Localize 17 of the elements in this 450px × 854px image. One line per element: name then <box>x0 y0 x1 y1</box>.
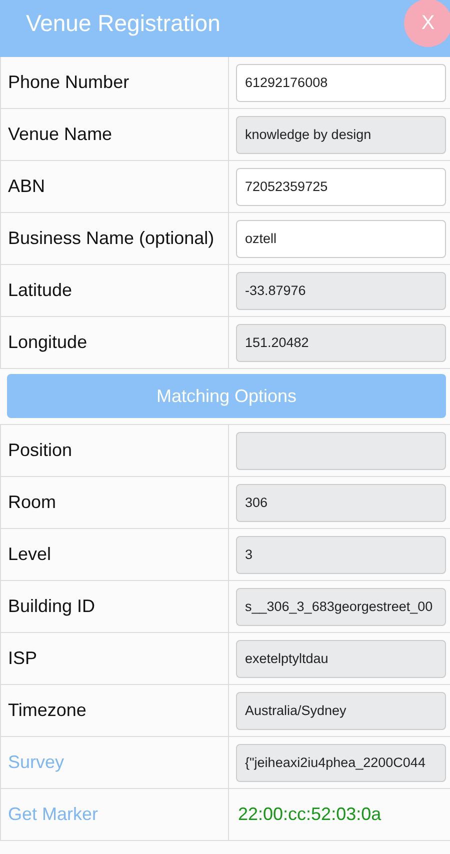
field-label: Timezone <box>8 698 86 722</box>
field-label: Building ID <box>8 594 96 618</box>
field-label: Room <box>8 490 56 514</box>
field-label: ISP <box>8 646 38 670</box>
field-label: Business Name (optional) <box>8 226 214 250</box>
input-field[interactable]: 61292176008 <box>236 64 446 102</box>
field-label: Longitude <box>8 330 88 354</box>
field-label: Level <box>8 542 52 566</box>
dialog-title: Venue Registration <box>25 9 220 37</box>
input-field[interactable]: oztell <box>236 220 446 258</box>
field-label: Venue Name <box>8 122 112 146</box>
field-label: Position <box>8 438 72 462</box>
marker-value: 22:00:cc:52:03:0a <box>237 804 382 825</box>
input-field[interactable]: 72052359725 <box>236 168 446 206</box>
field-label: ABN <box>8 174 46 198</box>
field-label: Phone Number <box>8 70 130 94</box>
field-label: Latitude <box>8 278 72 302</box>
